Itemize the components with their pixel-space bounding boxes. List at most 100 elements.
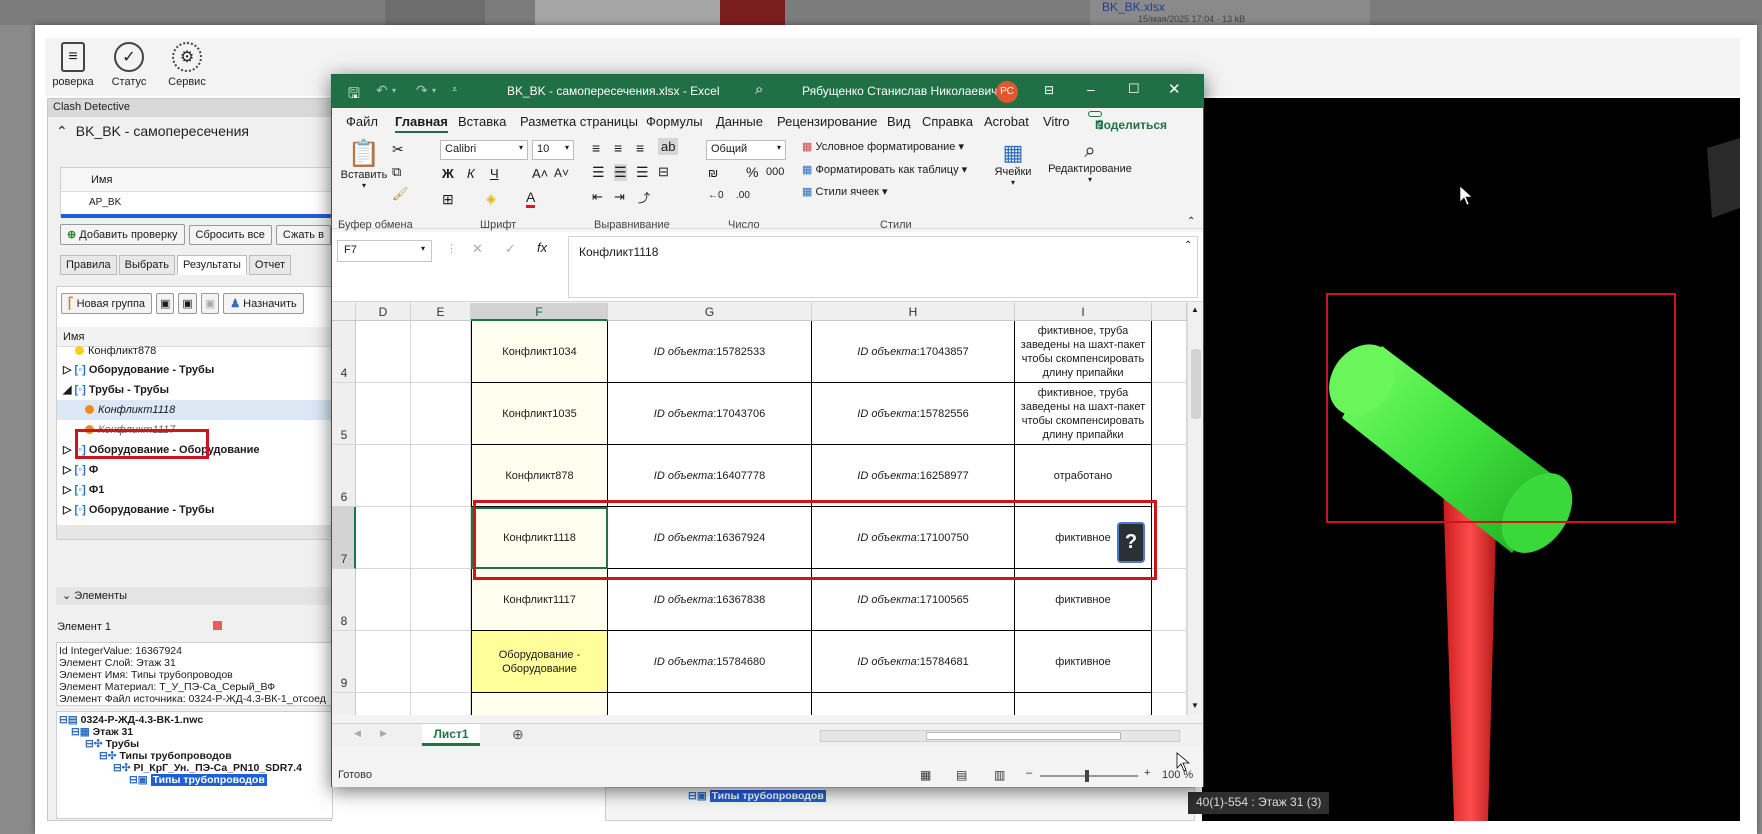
test-row-selected[interactable] — [61, 214, 332, 218]
tree-node[interactable]: ⊟✣ Трубы — [59, 738, 330, 750]
check-button[interactable]: ≡ роверка — [45, 38, 101, 96]
cut-icon[interactable]: ✂ — [392, 141, 404, 158]
row-header[interactable]: 7 — [332, 507, 356, 569]
column-header-f[interactable]: F — [471, 303, 608, 321]
cell-h[interactable]: ID объекта : 15784681 — [812, 693, 1015, 715]
assign-button[interactable]: ♟ Назначить — [223, 293, 304, 314]
viewcube-corner[interactable] — [1707, 138, 1740, 218]
column-header-g[interactable]: G — [608, 303, 812, 321]
menu-formulas[interactable]: Формулы — [646, 114, 703, 129]
page-break-icon[interactable]: ▥ — [994, 768, 1005, 782]
tab-rules[interactable]: Правила — [60, 255, 117, 275]
normal-view-icon[interactable]: ▦ — [920, 768, 931, 782]
zoom-thumb[interactable] — [1085, 770, 1089, 782]
cancel-icon[interactable]: ✕ — [472, 241, 483, 257]
merge-icon[interactable]: ⊟ — [658, 164, 669, 180]
decrease-font-icon[interactable]: A˅ — [554, 166, 569, 180]
tab-results[interactable]: Результаты — [176, 255, 247, 275]
decrease-decimal-icon[interactable]: .00 — [736, 190, 750, 201]
result-group-equip-pipes[interactable]: ▷ [◦] Оборудование - Трубы — [57, 360, 332, 380]
editing-button[interactable]: ⌕ Редактирование ▾ — [1042, 140, 1138, 184]
elements-header[interactable]: ⌄ Элементы — [56, 587, 333, 605]
result-row-conflict1118[interactable]: Конфликт1118 — [57, 400, 332, 420]
tab-select[interactable]: Выбрать — [118, 255, 175, 275]
cell-d[interactable] — [356, 383, 411, 445]
column-header-e[interactable]: E — [411, 303, 471, 321]
menu-help[interactable]: Справка — [922, 114, 973, 129]
cell-j[interactable] — [1152, 445, 1187, 507]
italic-button[interactable]: К — [467, 166, 475, 181]
result-group-f[interactable]: ▷ [◦] Ф — [57, 460, 332, 480]
vertical-scrollbar[interactable]: ▲ ▼ — [1187, 303, 1203, 715]
cell-f[interactable]: Оборудование - Оборудование — [471, 631, 608, 693]
cell-j[interactable] — [1152, 693, 1187, 715]
menu-view[interactable]: Вид — [887, 114, 911, 129]
cell-e[interactable] — [411, 569, 471, 631]
cells-button[interactable]: ▦ Ячейки ▾ — [990, 140, 1036, 187]
tree-node[interactable]: ⊟▦ Этаж 31 — [59, 726, 330, 738]
collapse-formula-icon[interactable]: ⌃ — [1184, 240, 1192, 251]
test-title[interactable]: ⌃ BK_BK - самопересечения — [56, 123, 249, 140]
add-test-button[interactable]: ⊕ Добавить проверку — [60, 224, 185, 245]
close-icon[interactable]: ✕ — [1168, 80, 1181, 98]
align-left-icon[interactable]: ☰ — [592, 164, 605, 181]
cell-d[interactable] — [356, 507, 411, 569]
save-icon[interactable]: 🖫 — [348, 83, 360, 107]
menu-file[interactable]: Файл — [346, 114, 378, 129]
sheet-tab-active[interactable]: Лист1 — [422, 724, 480, 746]
wrap-text-icon[interactable]: ab — [658, 138, 679, 155]
result-group-pipes-pipes[interactable]: ◢ [◦] Трубы - Трубы — [57, 380, 332, 400]
font-color-icon[interactable]: A — [526, 189, 536, 208]
reset-all-button[interactable]: Сбросить все — [188, 225, 272, 245]
share-button[interactable]: ⇪ Поделиться — [1088, 111, 1167, 132]
ungroup-icon[interactable]: ▣ — [178, 293, 197, 314]
undo-icon[interactable]: ↶ — [376, 82, 388, 99]
cell-d[interactable] — [356, 693, 411, 715]
menu-review[interactable]: Рецензирование — [777, 114, 877, 129]
row-header[interactable]: 8 — [332, 569, 356, 631]
ribbon-display-icon[interactable]: ⊟ — [1044, 83, 1054, 97]
row-header[interactable] — [332, 693, 356, 715]
page-layout-icon[interactable]: ▤ — [956, 768, 967, 782]
cell-styles-button[interactable]: ▦ Стили ячеек ▾ — [802, 185, 888, 198]
increase-font-icon[interactable]: A˄ — [532, 166, 548, 181]
scroll-up-icon[interactable]: ▲ — [1191, 305, 1199, 314]
compact-button[interactable]: Сжать в — [275, 225, 331, 245]
borders-icon[interactable]: ⊞ — [442, 191, 454, 208]
cell-f[interactable]: Конфликт1035 — [471, 383, 608, 445]
cell-j[interactable] — [1152, 507, 1187, 569]
cell-e[interactable] — [411, 321, 471, 383]
number-format-select[interactable]: Общий ▾ — [706, 140, 786, 160]
zoom-out-icon[interactable]: – — [1026, 767, 1032, 779]
conditional-format-button[interactable]: ▦ Условное форматирование ▾ — [802, 140, 964, 153]
cell-h[interactable]: ID объекта : 15784681 — [812, 631, 1015, 693]
column-header-i[interactable]: I — [1015, 303, 1152, 321]
customize-icon[interactable]: ⩡ — [452, 84, 457, 95]
cell-h[interactable]: ID объекта : 17043857 — [812, 321, 1015, 383]
chevron-down-icon[interactable]: ▾ — [392, 86, 396, 95]
result-group-f1[interactable]: ▷ [◦] Ф1 — [57, 480, 332, 500]
underline-button[interactable]: Ч — [490, 166, 499, 181]
test-row[interactable]: AP_BK — [61, 192, 332, 214]
zoom-in-icon[interactable]: + — [1144, 767, 1150, 779]
fill-color-icon[interactable]: ◈ — [486, 191, 496, 207]
orientation-icon[interactable]: ⤴ — [638, 189, 650, 206]
select-all-corner[interactable] — [332, 303, 356, 321]
result-row-conflict878[interactable]: Конфликт878 — [57, 346, 332, 360]
tree-node-selected[interactable]: ⊟▣ Типы трубопроводов — [688, 790, 826, 802]
menu-acrobat[interactable]: Acrobat — [984, 114, 1029, 129]
column-header-blank[interactable] — [1152, 303, 1187, 321]
search-icon[interactable]: ⌕ — [755, 81, 763, 98]
tree-node[interactable]: ⊟✣ PI_КрГ_Ун._ПЭ-Са_PN10_SDR7.4 — [59, 762, 330, 774]
redo-icon[interactable]: ↷ — [416, 82, 428, 99]
horizontal-scroll-thumb[interactable] — [926, 732, 1121, 740]
minimize-icon[interactable]: – — [1087, 81, 1095, 97]
cell-j[interactable] — [1152, 321, 1187, 383]
cell-d[interactable] — [356, 631, 411, 693]
cell-j[interactable] — [1152, 569, 1187, 631]
decrease-indent-icon[interactable]: ⇤ — [592, 189, 603, 205]
chevron-down-icon[interactable]: ▾ — [432, 86, 436, 95]
scroll-down-icon[interactable]: ▼ — [1191, 701, 1199, 710]
3d-viewport[interactable] — [1202, 98, 1740, 821]
name-box[interactable]: F7 ▾ — [337, 240, 432, 262]
